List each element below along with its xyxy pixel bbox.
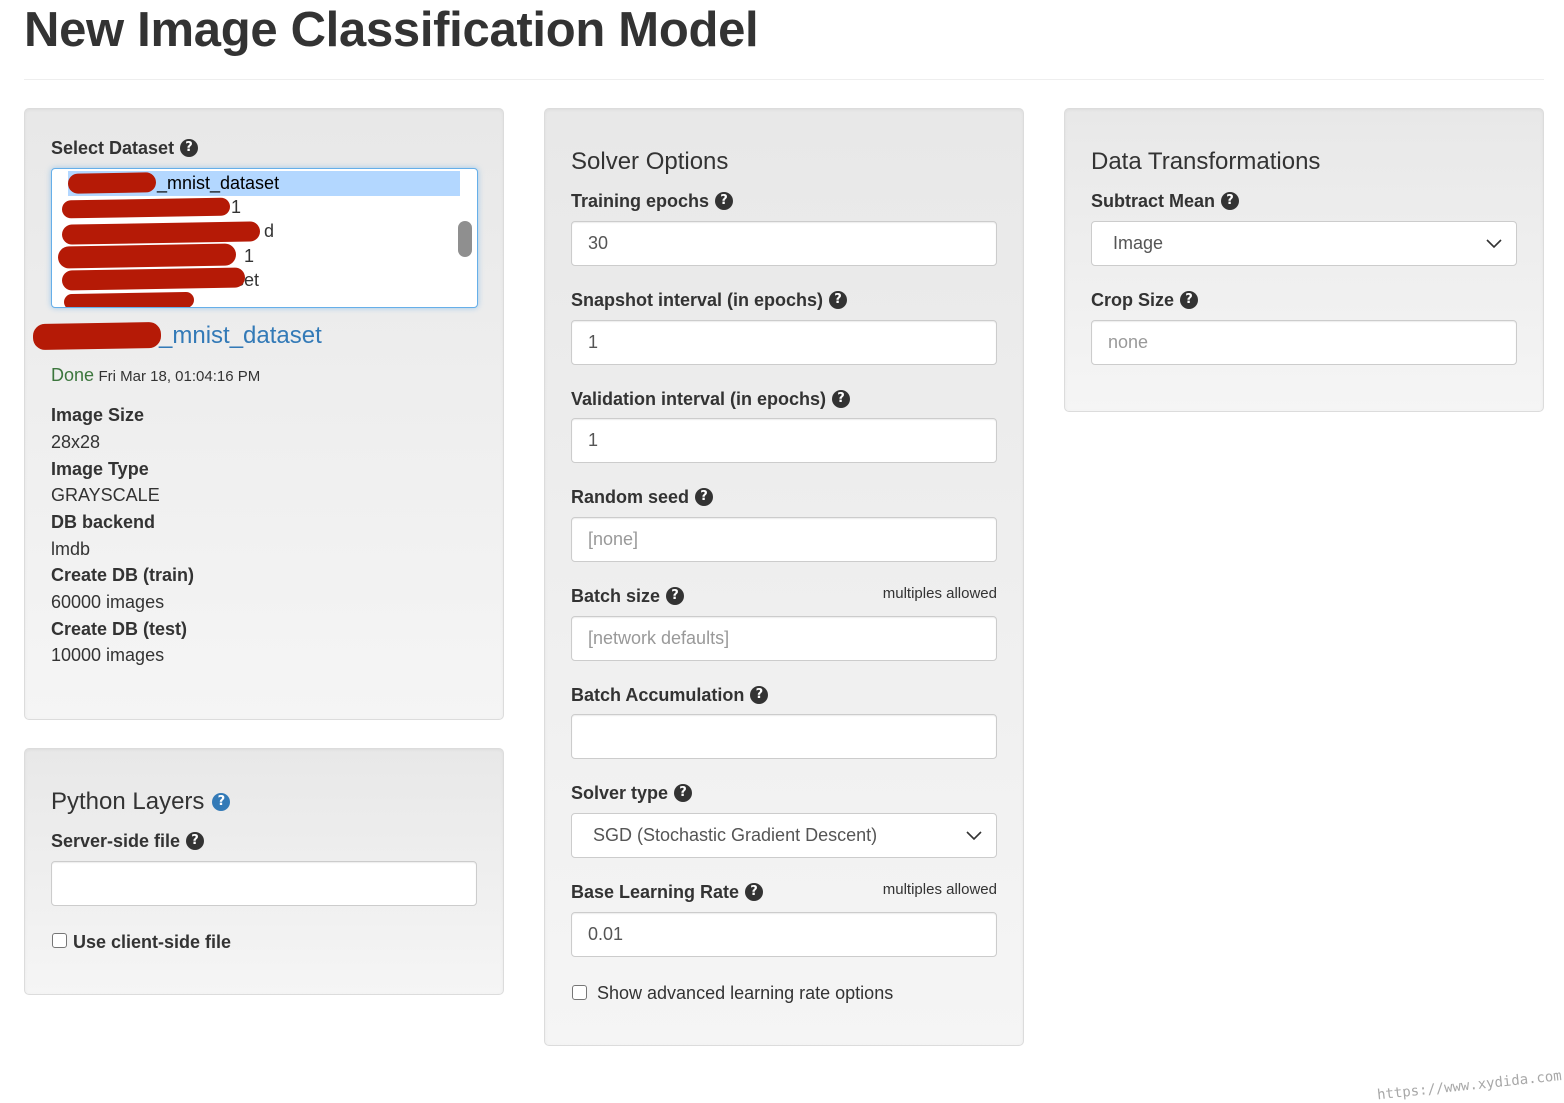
selected-dataset-link-text: _mnist_dataset [159, 322, 322, 349]
python-layers-heading: Python Layers ? [51, 788, 231, 816]
help-icon[interactable]: ? [745, 883, 764, 901]
python-layers-heading-text: Python Layers [51, 788, 205, 815]
redaction-mark [61, 221, 261, 245]
chevron-down-icon [966, 831, 982, 841]
title-divider [24, 79, 1544, 80]
info-key-image-type: Image Type [51, 459, 149, 479]
redaction-mark [67, 172, 157, 194]
random-seed-input[interactable] [571, 517, 997, 562]
info-value-image-type: GRAYSCALE [51, 485, 160, 505]
batch-accumulation-label: Batch Accumulation ? [571, 684, 769, 706]
status-badge: Done [51, 365, 95, 385]
batch-size-label-text: Batch size [571, 586, 661, 606]
crop-size-label-text: Crop Size [1091, 290, 1175, 310]
server-file-input[interactable] [51, 861, 477, 906]
chevron-down-icon [1486, 239, 1502, 249]
dataset-option-text: 1 [244, 246, 255, 266]
dataset-status: Done Fri Mar 18, 01:04:16 PM [51, 364, 260, 388]
crop-size-input[interactable] [1091, 320, 1517, 365]
info-key-create-db-test: Create DB (test) [51, 619, 188, 639]
crop-size-label: Crop Size ? [1091, 289, 1199, 311]
training-epochs-label-text: Training epochs [571, 191, 710, 211]
data-transformations-panel: Data Transformations Subtract Mean ? Ima… [1064, 108, 1544, 412]
listbox-scrollbar[interactable] [458, 221, 472, 257]
solver-options-panel: Solver Options Training epochs ? Snapsho… [544, 108, 1024, 1046]
base-lr-label-text: Base Learning Rate [571, 882, 740, 902]
help-icon[interactable]: ? [666, 587, 685, 605]
server-file-label-text: Server-side file [51, 831, 181, 851]
watermark: https://www.xydida.com [1375, 1068, 1562, 1103]
help-icon[interactable]: ? [829, 291, 848, 309]
server-file-label: Server-side file ? [51, 830, 205, 852]
page-title: New Image Classification Model [24, 3, 759, 57]
help-icon[interactable]: ? [715, 192, 734, 210]
subtract-mean-selected: Image [1113, 233, 1164, 253]
info-value-image-size: 28x28 [51, 432, 101, 452]
info-value-create-db-train: 60000 images [51, 592, 165, 612]
base-lr-label: Base Learning Rate ? [571, 881, 764, 903]
dataset-option-text: d [264, 221, 275, 241]
solver-options-heading: Solver Options [571, 148, 729, 175]
training-epochs-input[interactable] [571, 221, 997, 266]
help-icon[interactable]: ? [750, 686, 769, 704]
random-seed-label-text: Random seed [571, 487, 690, 507]
snapshot-interval-input[interactable] [571, 320, 997, 365]
redaction-mark [61, 197, 231, 219]
batch-size-input[interactable] [571, 616, 997, 661]
redaction-mark [63, 291, 195, 307]
validation-interval-label-text: Validation interval (in epochs) [571, 389, 827, 409]
help-icon[interactable]: ? [186, 832, 205, 850]
help-icon[interactable]: ? [1221, 192, 1240, 210]
select-dataset-label: Select Dataset ? [51, 137, 199, 159]
info-key-db-backend: DB backend [51, 512, 156, 532]
training-epochs-label: Training epochs ? [571, 190, 734, 212]
info-value-db-backend: lmdb [51, 539, 91, 559]
advanced-lr-label[interactable]: Show advanced learning rate options [597, 982, 893, 1004]
selected-dataset-link[interactable]: _mnist_dataset [51, 322, 322, 350]
solver-type-label-text: Solver type [571, 783, 669, 803]
subtract-mean-label-text: Subtract Mean [1091, 191, 1216, 211]
batch-accumulation-input[interactable] [571, 714, 997, 759]
status-timestamp: Fri Mar 18, 01:04:16 PM [98, 368, 261, 385]
validation-interval-label: Validation interval (in epochs) ? [571, 388, 851, 410]
info-value-create-db-test: 10000 images [51, 645, 165, 665]
client-file-label[interactable]: Use client-side file [73, 931, 231, 953]
info-key-image-size: Image Size [51, 405, 145, 425]
help-icon[interactable]: ? [1180, 291, 1199, 309]
redaction-mark [57, 243, 237, 269]
dataset-listbox[interactable]: _mnist_dataset 1 d 1 set r [51, 168, 478, 308]
base-lr-hint: multiples allowed [882, 881, 997, 898]
batch-size-hint: multiples allowed [882, 585, 997, 602]
snapshot-interval-label: Snapshot interval (in epochs) ? [571, 289, 848, 311]
base-lr-input[interactable] [571, 912, 997, 957]
dataset-panel: Select Dataset ? _mnist_dataset 1 d 1 se… [24, 108, 504, 720]
batch-accumulation-label-text: Batch Accumulation [571, 685, 745, 705]
batch-size-label: Batch size ? [571, 585, 685, 607]
help-icon[interactable]: ? [180, 139, 199, 157]
select-dataset-label-text: Select Dataset [51, 138, 175, 158]
help-icon[interactable]: ? [695, 488, 714, 506]
help-icon[interactable]: ? [674, 784, 693, 802]
help-icon[interactable]: ? [212, 793, 231, 811]
subtract-mean-label: Subtract Mean ? [1091, 190, 1240, 212]
validation-interval-input[interactable] [571, 418, 997, 463]
advanced-lr-checkbox[interactable] [572, 985, 587, 1000]
dataset-option-text: _mnist_dataset [157, 173, 280, 193]
solver-type-selected: SGD (Stochastic Gradient Descent) [593, 825, 878, 845]
data-transformations-heading: Data Transformations [1091, 148, 1321, 175]
random-seed-label: Random seed ? [571, 486, 714, 508]
python-layers-panel: Python Layers ? Server-side file ? Use c… [24, 748, 504, 995]
solver-type-select[interactable]: SGD (Stochastic Gradient Descent) [571, 813, 997, 858]
info-key-create-db-train: Create DB (train) [51, 565, 195, 585]
snapshot-interval-label-text: Snapshot interval (in epochs) [571, 290, 824, 310]
redaction-mark [61, 267, 246, 291]
dataset-option-text: 1 [231, 197, 242, 217]
client-file-checkbox[interactable] [52, 933, 67, 948]
solver-type-label: Solver type ? [571, 782, 693, 804]
help-icon[interactable]: ? [832, 390, 851, 408]
subtract-mean-select[interactable]: Image [1091, 221, 1517, 266]
